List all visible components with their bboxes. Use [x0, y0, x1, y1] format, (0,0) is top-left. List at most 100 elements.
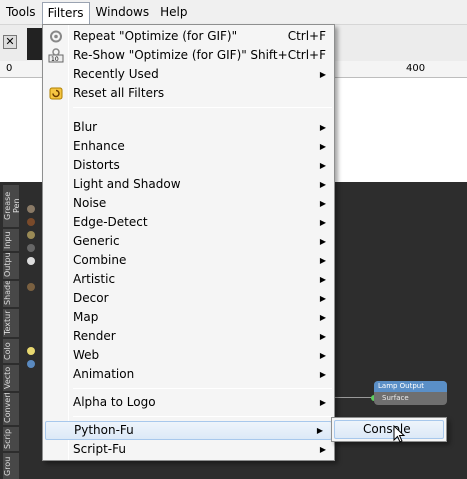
- menu-item-light-and-shadow[interactable]: Light and Shadow ▶: [43, 175, 334, 194]
- menu-windows[interactable]: Windows: [91, 2, 155, 23]
- menu-item-label: Python-Fu: [74, 423, 134, 437]
- menu-item-decor[interactable]: Decor ▶: [43, 289, 334, 308]
- node-socket-label: Surface: [382, 394, 409, 402]
- submenu-arrow-icon: ▶: [319, 275, 326, 284]
- shortcut-label: Ctrl+F: [287, 29, 326, 43]
- menu-item-edge-detect[interactable]: Edge-Detect ▶: [43, 213, 334, 232]
- svg-text:10: 10: [51, 56, 59, 63]
- submenu-arrow-icon: ▶: [319, 332, 326, 341]
- mouse-pointer-icon: [393, 425, 406, 443]
- menu-item-label: Animation: [73, 367, 135, 381]
- side-tabs: Grease Pen Inpu Outpu Shade Textur Colo …: [3, 185, 19, 479]
- ruler-label: 0: [6, 63, 13, 74]
- menu-item-python-fu[interactable]: Python-Fu ▶: [45, 421, 332, 440]
- ruler-label: 400: [406, 63, 426, 74]
- menu-item-label: Light and Shadow: [73, 177, 181, 191]
- shortcut-label: Shift+Ctrl+F: [250, 48, 326, 62]
- submenu-arrow-icon: ▶: [319, 237, 326, 246]
- menu-item-label: Render: [73, 329, 116, 343]
- material-ball-icon: [27, 205, 35, 213]
- menu-bar: Tools Filters Windows Help: [0, 0, 467, 26]
- menu-item-noise[interactable]: Noise ▶: [43, 194, 334, 213]
- menu-item-label: Script-Fu: [73, 442, 126, 456]
- menu-item-label: Map: [73, 310, 99, 324]
- submenu-arrow-icon: ▶: [319, 161, 326, 170]
- menu-item-distorts[interactable]: Distorts ▶: [43, 156, 334, 175]
- menu-item-label: Artistic: [73, 272, 116, 286]
- reshow-icon: 10: [48, 48, 64, 63]
- menu-item-label: Re-Show "Optimize (for GIF)": [73, 48, 247, 62]
- lamp-icon: [27, 347, 35, 355]
- lamp-output-node[interactable]: Lamp Output Surface: [374, 381, 447, 405]
- menu-item-label: Combine: [73, 253, 127, 267]
- menu-item-alpha-to-logo[interactable]: Alpha to Logo ▶: [43, 393, 334, 412]
- menu-item-map[interactable]: Map ▶: [43, 308, 334, 327]
- menu-item-label: Blur: [73, 120, 98, 134]
- side-tab[interactable]: Shade: [3, 281, 19, 307]
- side-tab[interactable]: Inpu: [3, 229, 19, 251]
- menu-item-blur[interactable]: Blur ▶: [43, 118, 334, 137]
- menu-item-recently-used[interactable]: Recently Used ▶: [43, 65, 334, 84]
- menu-item-artistic[interactable]: Artistic ▶: [43, 270, 334, 289]
- menu-item-label: Distorts: [73, 158, 120, 172]
- menu-item-web[interactable]: Web ▶: [43, 346, 334, 365]
- side-tab[interactable]: Colo: [3, 339, 19, 363]
- menu-filters[interactable]: Filters: [41, 2, 90, 26]
- side-tab[interactable]: Textur: [3, 309, 19, 337]
- menu-item-console[interactable]: Console: [334, 420, 444, 439]
- submenu-arrow-icon: ▶: [319, 142, 326, 151]
- menu-item-label: Enhance: [73, 139, 125, 153]
- submenu-arrow-icon: ▶: [319, 180, 326, 189]
- menu-tools[interactable]: Tools: [1, 2, 41, 23]
- world-icon: [27, 360, 35, 368]
- submenu-arrow-icon: ▶: [319, 445, 326, 454]
- submenu-arrow-icon: ▶: [319, 313, 326, 322]
- submenu-arrow-icon: ▶: [319, 218, 326, 227]
- node-link: [335, 397, 372, 398]
- filters-menu: Repeat "Optimize (for GIF)" Ctrl+F 10 Re…: [42, 24, 335, 461]
- submenu-arrow-icon: ▶: [319, 199, 326, 208]
- menu-item-label: Noise: [73, 196, 107, 210]
- repeat-icon: [50, 30, 62, 43]
- menu-item-render[interactable]: Render ▶: [43, 327, 334, 346]
- menu-item-reset-all[interactable]: Reset all Filters: [43, 84, 334, 103]
- submenu-arrow-icon: ▶: [319, 70, 326, 79]
- menu-item-label: Repeat "Optimize (for GIF)": [73, 29, 238, 43]
- menu-item-enhance[interactable]: Enhance ▶: [43, 137, 334, 156]
- side-tab[interactable]: Outpu: [3, 253, 19, 279]
- python-fu-submenu: Console: [331, 417, 447, 442]
- menu-item-repeat[interactable]: Repeat "Optimize (for GIF)" Ctrl+F: [43, 27, 334, 46]
- submenu-arrow-icon: ▶: [319, 398, 326, 407]
- submenu-arrow-icon: ▶: [319, 294, 326, 303]
- menu-item-script-fu[interactable]: Script-Fu ▶: [43, 440, 334, 459]
- menu-item-animation[interactable]: Animation ▶: [43, 365, 334, 384]
- side-tab[interactable]: Vecto: [3, 365, 19, 391]
- side-tab[interactable]: Grease Pen: [3, 185, 19, 227]
- menu-item-combine[interactable]: Combine ▶: [43, 251, 334, 270]
- menu-item-label: Recently Used: [73, 67, 159, 81]
- menu-item-generic[interactable]: Generic ▶: [43, 232, 334, 251]
- reset-icon: [49, 87, 63, 100]
- material-ball-icon: [27, 257, 35, 265]
- menu-help[interactable]: Help: [155, 2, 192, 23]
- submenu-arrow-icon: ▶: [319, 256, 326, 265]
- menu-item-label: Decor: [73, 291, 109, 305]
- submenu-arrow-icon: ▶: [319, 370, 326, 379]
- close-icon[interactable]: ✕: [3, 35, 17, 49]
- menu-item-label: Web: [73, 348, 100, 362]
- menu-item-reshow[interactable]: 10 Re-Show "Optimize (for GIF)" Shift+Ct…: [43, 46, 334, 65]
- submenu-arrow-icon: ▶: [316, 426, 323, 435]
- menu-item-label: Edge-Detect: [73, 215, 148, 229]
- menu-separator: [73, 416, 332, 417]
- side-tab[interactable]: Convert: [3, 393, 19, 425]
- submenu-arrow-icon: ▶: [319, 123, 326, 132]
- menu-item-label: Generic: [73, 234, 120, 248]
- node-title: Lamp Output: [374, 381, 447, 392]
- side-tab[interactable]: Scrip: [3, 427, 19, 451]
- submenu-arrow-icon: ▶: [319, 351, 326, 360]
- menu-separator: [73, 388, 332, 389]
- side-tab[interactable]: Grou: [3, 453, 19, 479]
- material-ball-icon: [27, 283, 35, 291]
- material-ball-icon: [27, 231, 35, 239]
- menu-item-label: Alpha to Logo: [73, 395, 156, 409]
